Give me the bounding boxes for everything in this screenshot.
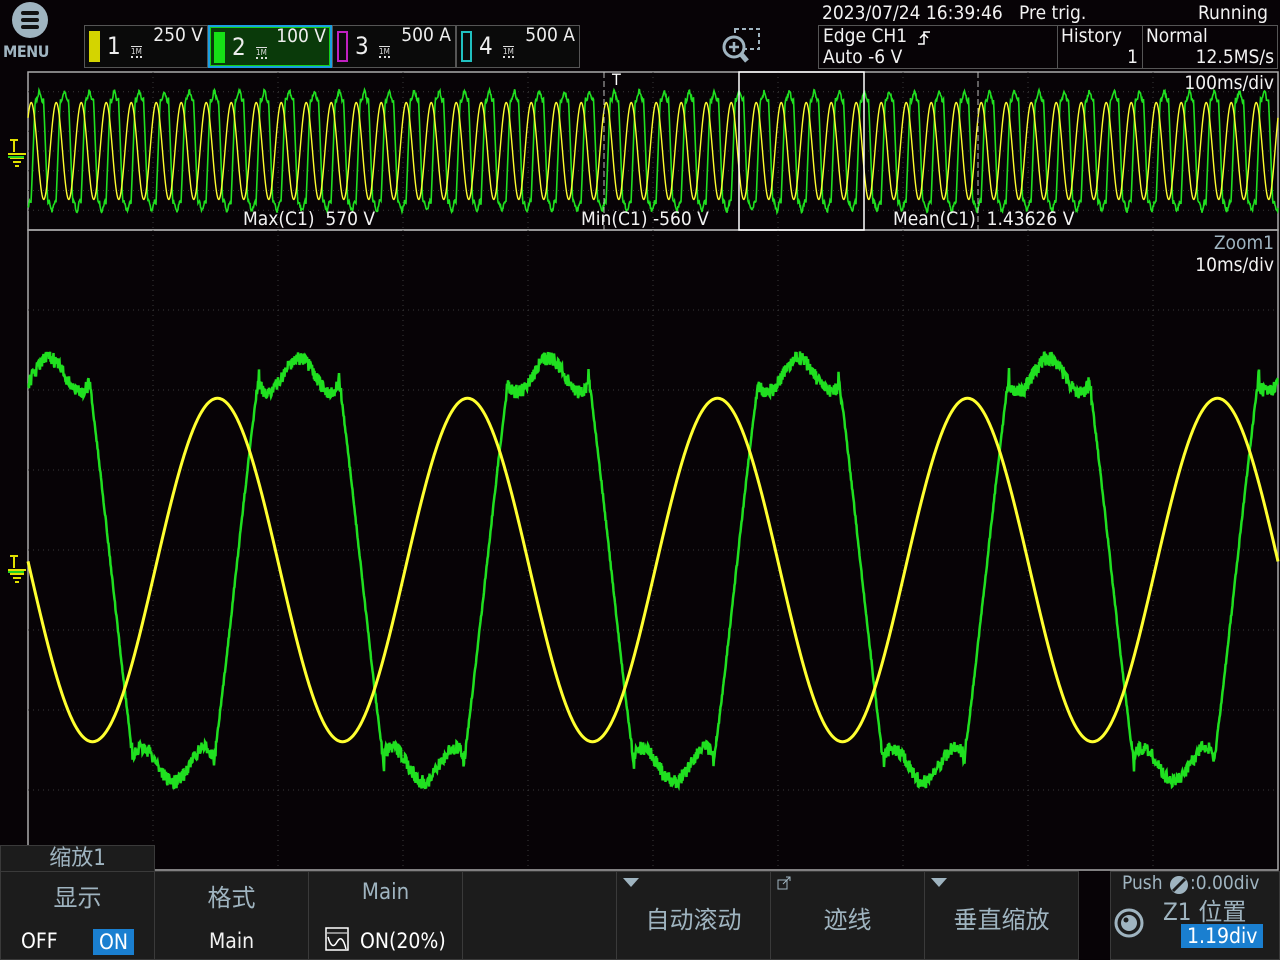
main-window-icon — [325, 927, 349, 951]
external-link-icon — [777, 876, 791, 890]
format-softkey[interactable]: 格式 Main — [154, 871, 309, 960]
acquisition-settings[interactable]: Normal 12.5MS/s — [1142, 25, 1278, 69]
z1-position-knob[interactable]: Push :0.00div Z1 位置 1.19div — [1110, 871, 1280, 960]
waveform-display — [26, 71, 1280, 871]
hamburger-icon — [12, 2, 48, 38]
run-status: Running — [1198, 2, 1268, 24]
trigger-position-marker: T — [612, 70, 621, 89]
trigger-settings[interactable]: Edge CH1 Auto -6 V — [818, 25, 1058, 69]
main-timebase: 100ms/div — [1184, 72, 1274, 94]
empty-softkey — [462, 871, 617, 960]
zoom-area-button[interactable] — [718, 26, 762, 66]
zoom-window-name: Zoom1 — [1213, 232, 1274, 254]
measurement-min: Min(C1) -560 V — [581, 208, 709, 230]
ch1-ground-marker[interactable] — [6, 136, 28, 172]
channel-color-swatch — [461, 31, 472, 62]
zoom-timebase: 10ms/div — [1195, 254, 1274, 276]
channel-color-swatch — [214, 32, 225, 63]
channel-4-button[interactable]: 4 1M 500 A — [456, 24, 580, 68]
channel-color-swatch — [89, 31, 100, 62]
channel-1-button[interactable]: 1 1M 250 V — [84, 24, 208, 68]
history-indicator[interactable]: History 1 — [1057, 25, 1143, 69]
measurement-max: Max(C1) 570 V — [243, 208, 376, 230]
channel-3-button[interactable]: 3 1M 500 A — [332, 24, 456, 68]
vertical-zoom-softkey[interactable]: 垂直缩放 — [924, 871, 1079, 960]
auto-scroll-softkey[interactable]: 自动滚动 — [616, 871, 771, 960]
z1-position-value[interactable]: 1.19div — [1181, 924, 1264, 948]
channel-2-button[interactable]: 2 1M 100 V — [208, 25, 332, 68]
dropdown-icon — [623, 878, 639, 887]
rising-edge-icon — [918, 31, 930, 45]
rotary-knob-icon — [1114, 908, 1144, 938]
trigger-position-mode: Pre trig. — [1019, 2, 1087, 24]
zoom-area-icon — [722, 28, 760, 63]
channel-color-swatch — [337, 31, 348, 62]
datetime: 2023/07/24 16:39:46 — [822, 2, 1003, 24]
measurement-mean: Mean(C1) 1.43626 V — [893, 208, 1075, 230]
ch2-ground-marker[interactable] — [6, 552, 28, 588]
zoom1-tab[interactable]: 缩放1 — [0, 845, 155, 872]
trace-softkey[interactable]: 迹线 — [770, 871, 925, 960]
display-softkey[interactable]: 显示 OFF ON — [0, 871, 155, 960]
display-on-option[interactable]: ON — [93, 929, 134, 955]
dropdown-icon — [931, 878, 947, 887]
main-window-softkey[interactable]: Main ON(20%) — [308, 871, 463, 960]
display-off-option[interactable]: OFF — [21, 929, 58, 953]
